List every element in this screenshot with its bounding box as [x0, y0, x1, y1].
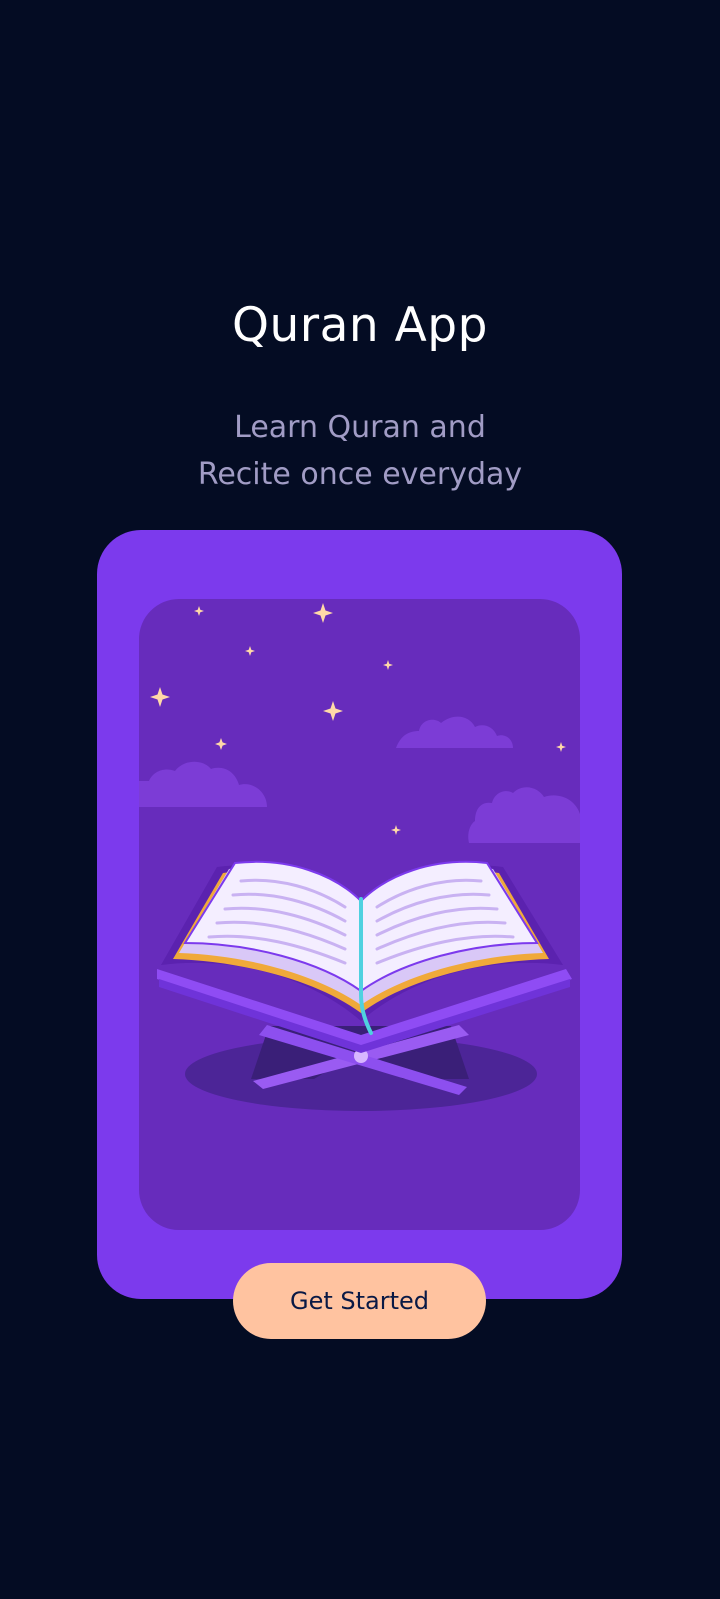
cloud-icon	[468, 787, 580, 843]
app-subtitle-line-2: Recite once everyday	[197, 457, 523, 492]
app-title: Quran App	[232, 298, 488, 353]
get-started-button[interactable]: Get Started	[233, 1263, 486, 1339]
app-subtitle: Learn Quran and Recite once everyday	[0, 404, 720, 498]
cloud-icon	[139, 761, 267, 807]
hero-card	[97, 530, 622, 1299]
cloud-icon	[396, 716, 513, 748]
open-quran-book-on-rehal-icon	[139, 603, 580, 1111]
app-subtitle-line-1: Learn Quran and	[234, 410, 486, 445]
illustration-panel	[139, 599, 580, 1230]
